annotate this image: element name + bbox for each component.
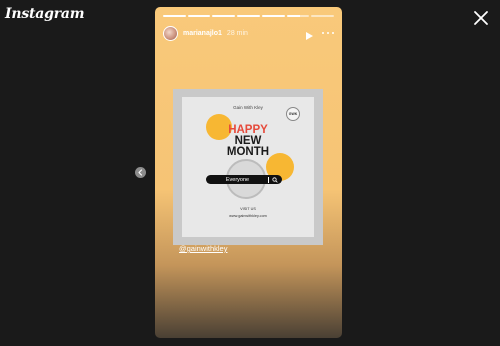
more-options-button[interactable] <box>322 28 334 38</box>
story-progress-bar <box>163 15 335 17</box>
headline-line: MONTH <box>226 146 270 158</box>
progress-segment <box>212 15 236 17</box>
close-icon <box>474 11 488 25</box>
visit-label: VISIT US <box>240 207 256 211</box>
progress-segment <box>311 15 335 17</box>
progress-segment <box>237 15 260 17</box>
shared-post[interactable]: Gain With Kley GWK HAPPY NEW MONTH Every… <box>173 89 323 245</box>
website-text: www.gainwithkley.com <box>229 214 267 218</box>
play-icon <box>306 32 313 40</box>
progress-segment <box>261 15 285 17</box>
story-viewer[interactable]: marianajlo1 28 min Gain With Kley GWK HA… <box>155 7 342 338</box>
post-image: Gain With Kley GWK HAPPY NEW MONTH Every… <box>182 97 314 237</box>
progress-segment <box>187 15 211 17</box>
timestamp: 28 min <box>226 29 248 37</box>
play-button[interactable] <box>304 28 314 40</box>
close-button[interactable] <box>472 9 490 27</box>
avatar[interactable] <box>163 25 178 41</box>
mention-link[interactable]: @gainwithkley <box>179 244 227 253</box>
instagram-logo[interactable]: Instagram <box>5 6 85 22</box>
story-header: marianajlo1 28 min <box>163 24 334 42</box>
progress-segment <box>163 15 186 17</box>
post-search-bar: Everyone <box>206 175 282 184</box>
previous-story-button[interactable] <box>135 167 146 178</box>
search-text: Everyone <box>225 176 250 183</box>
more-icon <box>322 31 325 35</box>
username[interactable]: marianajlo1 <box>183 30 222 37</box>
progress-segment <box>286 15 310 17</box>
post-headline: HAPPY NEW MONTH <box>182 124 314 158</box>
chevron-left-icon <box>138 169 143 176</box>
search-icon <box>272 176 278 183</box>
brand-badge: GWK <box>286 107 300 121</box>
